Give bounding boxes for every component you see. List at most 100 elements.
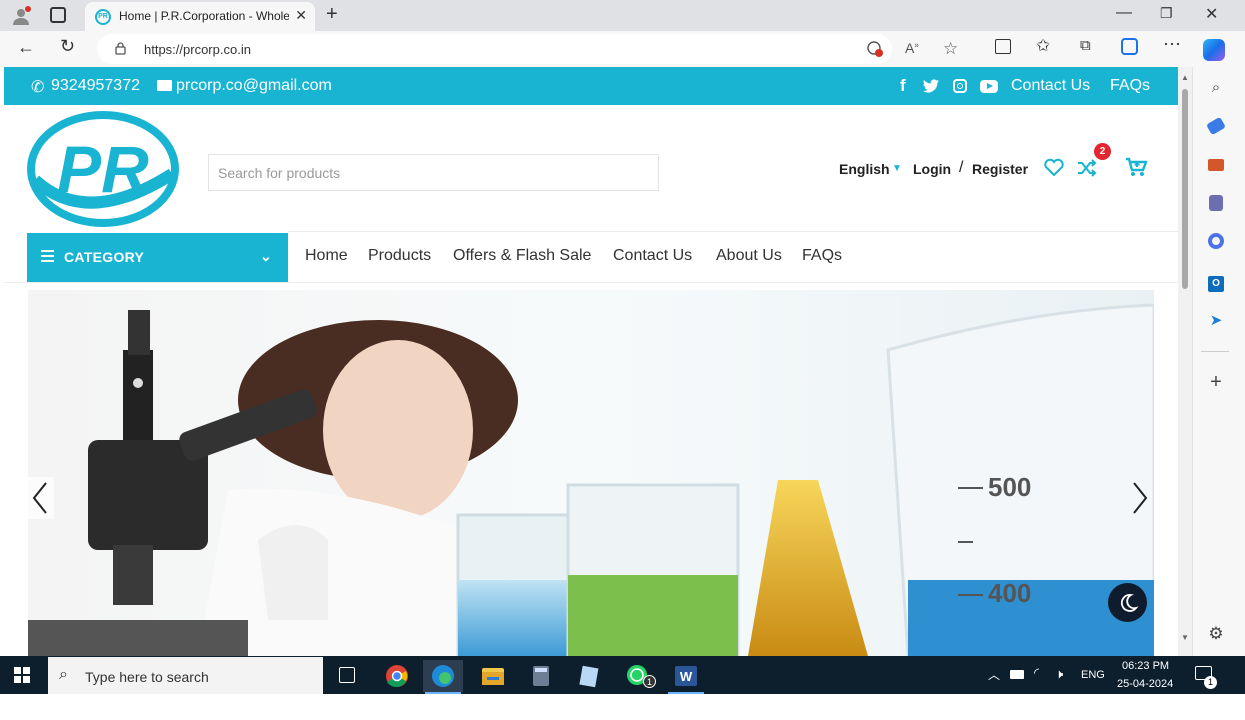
- browser-essentials-icon[interactable]: [1121, 38, 1138, 55]
- menu-icon: [41, 250, 54, 262]
- language-indicator[interactable]: ENG: [1081, 669, 1105, 681]
- minimize-icon[interactable]: —: [1116, 4, 1132, 22]
- topbar-contact-link[interactable]: Contact Us: [1011, 77, 1090, 95]
- collections-icon[interactable]: ⧉: [1080, 37, 1091, 54]
- login-link[interactable]: Login: [913, 161, 951, 177]
- favorites-icon[interactable]: ✩: [1036, 36, 1050, 56]
- word-app-icon[interactable]: W: [666, 660, 706, 694]
- phone-icon: ✆: [31, 79, 45, 96]
- youtube-icon[interactable]: [980, 80, 998, 93]
- facebook-icon[interactable]: f: [900, 76, 906, 96]
- compare-count-badge: 2: [1094, 143, 1111, 160]
- whatsapp-notification-badge: 1: [643, 675, 656, 688]
- volume-icon[interactable]: 🕨: [1055, 666, 1063, 682]
- split-screen-icon[interactable]: [995, 39, 1011, 54]
- edge-app-icon[interactable]: [423, 660, 463, 694]
- search-icon: ⌕: [59, 666, 68, 683]
- site-logo[interactable]: PR: [27, 110, 179, 228]
- logo-text: PR: [57, 132, 149, 206]
- svg-text:W: W: [680, 669, 693, 684]
- login-register-separator: /: [959, 159, 964, 176]
- close-tab-icon[interactable]: ✕: [295, 7, 307, 24]
- show-hidden-icons-chevron-icon[interactable]: ︿: [988, 666, 1000, 683]
- games-icon[interactable]: [1205, 195, 1227, 217]
- windows-start-icon[interactable]: [14, 667, 30, 683]
- tools-briefcase-icon[interactable]: [1205, 156, 1227, 178]
- chevron-down-icon[interactable]: ▼: [892, 163, 902, 174]
- header-divider: [288, 231, 1178, 232]
- battery-icon[interactable]: [1010, 670, 1024, 679]
- restore-icon[interactable]: ❐: [1160, 5, 1173, 22]
- beaker-mark-500: 500: [988, 472, 1031, 502]
- tracking-prevention-icon[interactable]: [867, 41, 883, 57]
- wishlist-heart-icon[interactable]: [1044, 158, 1064, 177]
- taskbar-search-box[interactable]: ⌕ Type here to search: [48, 657, 323, 694]
- email-address[interactable]: prcorp.co@gmail.com: [176, 77, 332, 95]
- url-text: https://prcorp.co.in: [144, 42, 251, 57]
- scroll-down-arrow-icon[interactable]: ▼: [1181, 633, 1189, 642]
- language-selector[interactable]: English: [839, 161, 890, 177]
- bottom-blank-area: [0, 694, 1245, 720]
- category-dropdown[interactable]: CATEGORY ⌄: [27, 233, 288, 282]
- url-field[interactable]: https://prcorp.co.in A» ☆: [97, 34, 958, 64]
- register-link[interactable]: Register: [972, 161, 1028, 177]
- nav-divider: [4, 282, 1178, 283]
- nav-home[interactable]: Home: [305, 247, 348, 265]
- scrollbar-thumb[interactable]: [1182, 89, 1188, 289]
- cart-icon[interactable]: [1125, 157, 1148, 177]
- chevron-down-icon: ⌄: [260, 248, 272, 264]
- profile-icon[interactable]: [11, 6, 31, 26]
- instagram-icon[interactable]: [953, 79, 967, 93]
- microsoft-365-icon[interactable]: [1205, 233, 1227, 255]
- active-tab[interactable]: PR Home | P.R.Corporation - Whole ✕: [85, 2, 315, 31]
- prev-slide-button[interactable]: [28, 477, 54, 519]
- send-icon[interactable]: ➤: [1205, 310, 1227, 332]
- shopping-tag-icon[interactable]: [1205, 116, 1227, 139]
- next-slide-button[interactable]: [1126, 477, 1152, 519]
- taskbar-search-placeholder: Type here to search: [85, 669, 209, 685]
- edge-sidebar: ⌕ O ➤ + ⚙: [1192, 67, 1245, 656]
- nav-about-us[interactable]: About Us: [716, 247, 782, 265]
- twitter-icon[interactable]: [923, 79, 940, 93]
- web-page: ✆ 9324957372 prcorp.co@gmail.com f Conta…: [4, 67, 1178, 656]
- nav-contact-us[interactable]: Contact Us: [613, 247, 692, 265]
- new-tab-icon[interactable]: +: [326, 3, 338, 26]
- close-window-icon[interactable]: ✕: [1205, 4, 1218, 24]
- site-favicon-icon: PR: [95, 9, 111, 25]
- nav-offers-flash-sale[interactable]: Offers & Flash Sale: [453, 247, 591, 265]
- page-scrollbar[interactable]: ▲ ▼: [1178, 67, 1192, 656]
- compare-shuffle-icon[interactable]: [1077, 159, 1097, 177]
- more-menu-icon[interactable]: ⋯: [1163, 34, 1181, 55]
- scroll-up-arrow-icon[interactable]: ▲: [1181, 73, 1189, 82]
- wifi-icon[interactable]: ◜: [1034, 665, 1039, 681]
- search-icon[interactable]: ⌕: [1205, 77, 1227, 99]
- taskbar-date[interactable]: 25-04-2024: [1117, 678, 1173, 690]
- copilot-icon[interactable]: [1203, 39, 1225, 61]
- tab-actions-icon[interactable]: [50, 7, 66, 23]
- contact-strip: ✆ 9324957372 prcorp.co@gmail.com f Conta…: [4, 67, 1178, 105]
- calculator-icon[interactable]: [521, 660, 561, 692]
- chrome-app-icon[interactable]: [377, 660, 417, 692]
- settings-gear-icon[interactable]: ⚙: [1205, 623, 1227, 645]
- lock-icon[interactable]: [115, 42, 126, 55]
- topbar-faqs-link[interactable]: FAQs: [1110, 77, 1150, 95]
- notification-count-badge: 1: [1204, 676, 1217, 689]
- windows-taskbar: ⌕ Type here to search 1 W ︿ ◜ 🕨 ENG 06:2…: [0, 656, 1245, 694]
- taskbar-time[interactable]: 06:23 PM: [1122, 660, 1169, 672]
- nav-faqs[interactable]: FAQs: [802, 247, 842, 265]
- browser-tab-bar: PR Home | P.R.Corporation - Whole ✕ + — …: [0, 0, 1245, 31]
- refresh-icon[interactable]: ↻: [60, 36, 75, 57]
- task-view-icon[interactable]: [339, 667, 355, 683]
- back-icon[interactable]: ←: [17, 37, 35, 58]
- nav-products[interactable]: Products: [368, 247, 431, 265]
- phone-number[interactable]: 9324957372: [51, 77, 140, 95]
- search-input[interactable]: [209, 155, 658, 190]
- dark-mode-toggle[interactable]: [1108, 583, 1147, 622]
- add-icon[interactable]: +: [1205, 371, 1227, 393]
- read-aloud-icon[interactable]: A»: [905, 40, 919, 56]
- outlook-icon[interactable]: O: [1205, 271, 1227, 293]
- notepad-app-icon[interactable]: [569, 660, 609, 692]
- favorite-star-icon[interactable]: ☆: [943, 39, 958, 59]
- beaker-mark-400: 400: [988, 578, 1031, 608]
- file-explorer-icon[interactable]: [473, 660, 513, 692]
